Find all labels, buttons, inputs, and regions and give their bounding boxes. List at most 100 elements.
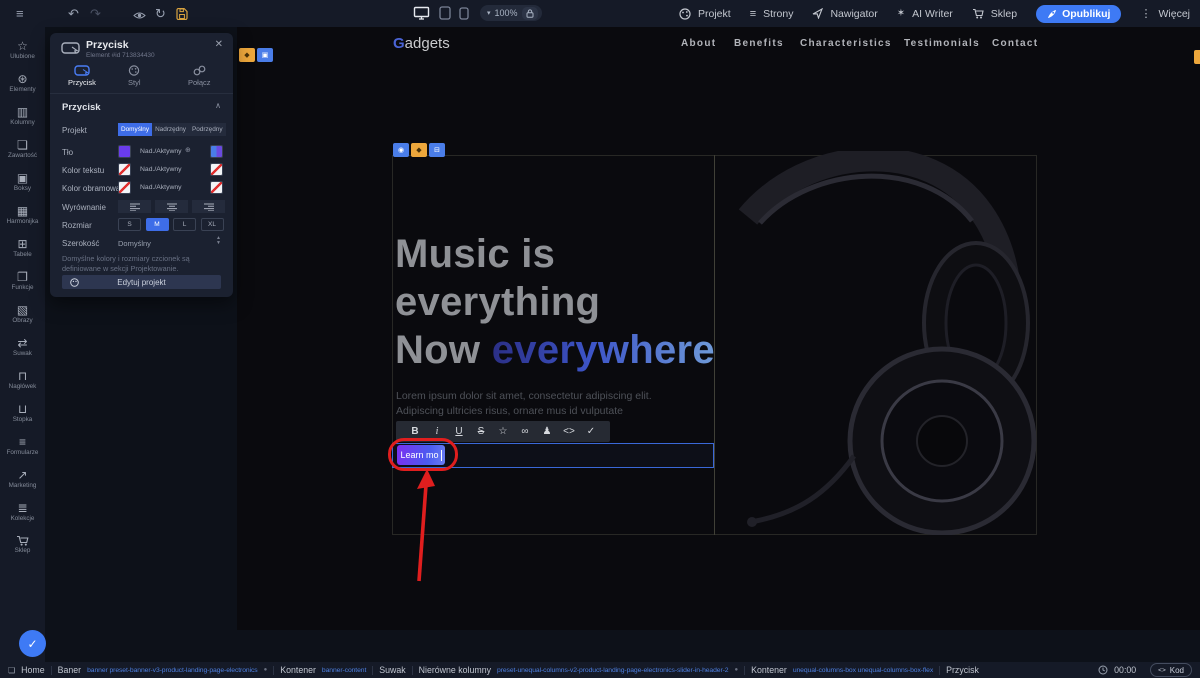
nav-contact[interactable]: Contact (992, 38, 1038, 49)
drag-icon: ◆ (416, 146, 421, 154)
edit-design-button[interactable]: Edytuj projekt (62, 275, 221, 289)
chain-link-icon (193, 65, 206, 76)
sidebar-item-funkcje[interactable]: ❐Funkcje (0, 264, 45, 297)
crumb-kontener-2[interactable]: Kontener (751, 665, 787, 675)
align-right-button[interactable] (192, 200, 225, 213)
tab-polacz[interactable]: Połącz (188, 65, 211, 87)
sidebar-item-marketing[interactable]: ↗Marketing (0, 462, 45, 495)
sidebar-item-elementy[interactable]: ⊛Elementy (0, 66, 45, 99)
menu-strony[interactable]: ≡ Strony (750, 8, 794, 20)
szerokosc-value[interactable]: Domyślny (118, 239, 151, 248)
crumb-suwak[interactable]: Suwak (379, 665, 405, 675)
menu-sklep[interactable]: Sklep (972, 8, 1017, 20)
check-icon[interactable]: ✓ (580, 426, 602, 437)
crumb-baner[interactable]: Baner (58, 665, 81, 675)
handle-icon: ◆ (244, 51, 249, 59)
column-visibility-badge[interactable]: ◉ (393, 143, 409, 157)
background-active-swatch[interactable] (210, 145, 223, 158)
slider-preset-badge[interactable]: ◆ (239, 48, 255, 62)
collapse-chevron-icon[interactable]: ∧ (215, 101, 221, 110)
column-drag-badge[interactable]: ◆ (411, 143, 427, 157)
session-timer: 00:00 (1114, 665, 1136, 675)
size-xl-button[interactable]: XL (201, 218, 224, 231)
crumb-home[interactable]: Home (21, 665, 44, 675)
background-color-swatch[interactable] (118, 145, 131, 158)
hamburger-menu-icon[interactable]: ≡ (16, 0, 24, 27)
panel-subtitle: Element #id 713834430 (86, 52, 155, 59)
crumb-baner-classes[interactable]: banner preset-banner-v3-product-landing-… (87, 667, 257, 674)
italic-icon[interactable]: i (426, 426, 448, 437)
sidebar-item-suwak[interactable]: ⇄Suwak (0, 330, 45, 363)
code-icon[interactable]: <> (558, 426, 580, 437)
code-toggle-button[interactable]: <> Kod (1150, 663, 1192, 677)
sidebar-item-sklep[interactable]: Sklep (0, 528, 45, 561)
redo-icon[interactable]: ↷ (90, 0, 101, 27)
refresh-icon[interactable]: ↻ (155, 0, 166, 27)
sidebar-item-kolekcje[interactable]: ≣Kolekcje (0, 495, 45, 528)
option-nadrzedny[interactable]: Nadrzędny (152, 123, 189, 136)
preview-eye-icon[interactable] (133, 8, 146, 26)
nav-benefits[interactable]: Benefits (734, 38, 784, 49)
sidebar-item-obrazy[interactable]: ▧Obrazy (0, 297, 45, 330)
person-icon[interactable]: ♟ (536, 426, 558, 437)
crumb-przycisk[interactable]: Przycisk (946, 665, 979, 675)
size-m-button[interactable]: M (146, 218, 169, 231)
crumb-nierowne-kolumny-classes[interactable]: preset-unequal-columns-v2-product-landin… (497, 667, 728, 674)
tablet-view-icon[interactable] (439, 6, 451, 25)
text-color-swatch[interactable] (118, 163, 131, 176)
column-settings-badge[interactable]: ⊟ (429, 143, 445, 157)
text-active-swatch[interactable] (210, 163, 223, 176)
sidebar-item-ulubione[interactable]: ☆Ulubione (0, 33, 45, 66)
publish-button[interactable]: Opublikuj (1036, 5, 1121, 23)
align-left-button[interactable] (118, 200, 151, 213)
nav-characteristics[interactable]: Characteristics (800, 38, 892, 49)
menu-ai-writer[interactable]: ✶ AI Writer (897, 8, 953, 20)
bold-icon[interactable]: B (404, 426, 426, 437)
sidebar-item-tabele[interactable]: ⊞Tabele (0, 231, 45, 264)
slider-settings-badge[interactable]: ▣ (257, 48, 273, 62)
align-center-button[interactable] (155, 200, 188, 213)
sidebar-item-boksy[interactable]: ▣Boksy (0, 165, 45, 198)
sidebar-item-formularze[interactable]: ≡Formularze (0, 429, 45, 462)
lock-zoom-icon[interactable] (522, 7, 538, 20)
crumb-kontener-1[interactable]: Kontener (280, 665, 316, 675)
phone-view-icon[interactable] (459, 7, 469, 25)
tab-przycisk[interactable]: Przycisk (68, 65, 96, 87)
nav-about[interactable]: About (681, 38, 716, 49)
link-icon[interactable]: ∞ (514, 426, 536, 437)
option-domyslny[interactable]: Domyślny (118, 123, 152, 136)
zoom-control[interactable]: ▾ 100% (480, 5, 542, 21)
undo-icon[interactable]: ↶ (68, 0, 79, 27)
support-check-button[interactable]: ✓ (19, 630, 46, 657)
save-icon[interactable] (176, 7, 188, 25)
tab-styl[interactable]: Styl (128, 65, 141, 87)
star-icon[interactable]: ☆ (492, 426, 514, 437)
size-l-button[interactable]: L (173, 218, 196, 231)
crumb-kontener-1-classes[interactable]: banner-content (322, 667, 366, 674)
menu-projekt[interactable]: Projekt (679, 8, 731, 20)
crumb-kontener-2-classes[interactable]: unequal-columns-box unequal-columns-box-… (793, 667, 933, 674)
option-podrzedny[interactable]: Podrzędny (189, 123, 226, 136)
strikethrough-icon[interactable]: S (470, 426, 492, 437)
crumb-nierowne-kolumny[interactable]: Nierówne kolumny (419, 665, 491, 675)
border-color-swatch[interactable] (118, 181, 131, 194)
nav-testimonials[interactable]: Testimonials (904, 38, 980, 49)
menu-nawigator[interactable]: Nawigator (812, 8, 877, 20)
size-s-button[interactable]: S (118, 218, 141, 231)
sidebar-item-naglowek[interactable]: ⊓Nagłówek (0, 363, 45, 396)
sidebar-item-zawartosc[interactable]: ❏Zawartość (0, 132, 45, 165)
sidebar-item-kolumny[interactable]: ▥Kolumny (0, 99, 45, 132)
link-state-icon[interactable]: ⊕ (185, 146, 191, 154)
close-icon[interactable]: ✕ (215, 39, 223, 50)
stepper-icon[interactable]: ▲▼ (216, 236, 221, 246)
border-active-swatch[interactable] (210, 181, 223, 194)
sidebar-item-stopka[interactable]: ⊔Stopka (0, 396, 45, 429)
underline-icon[interactable]: U (448, 426, 470, 437)
site-canvas[interactable]: ◆ ▣ Gadgets About Benefits Characteristi… (237, 27, 1200, 630)
sidebar-item-harmonijka[interactable]: ▦Harmonijka (0, 198, 45, 231)
desktop-view-icon[interactable] (413, 6, 430, 25)
hero-heading[interactable]: Music is everything Now everywhere (395, 230, 715, 374)
clipped-badge[interactable] (1194, 50, 1200, 64)
menu-wiecej[interactable]: ⋮ Więcej (1140, 7, 1190, 20)
hero-paragraph[interactable]: Lorem ipsum dolor sit amet, consectetur … (396, 389, 706, 418)
